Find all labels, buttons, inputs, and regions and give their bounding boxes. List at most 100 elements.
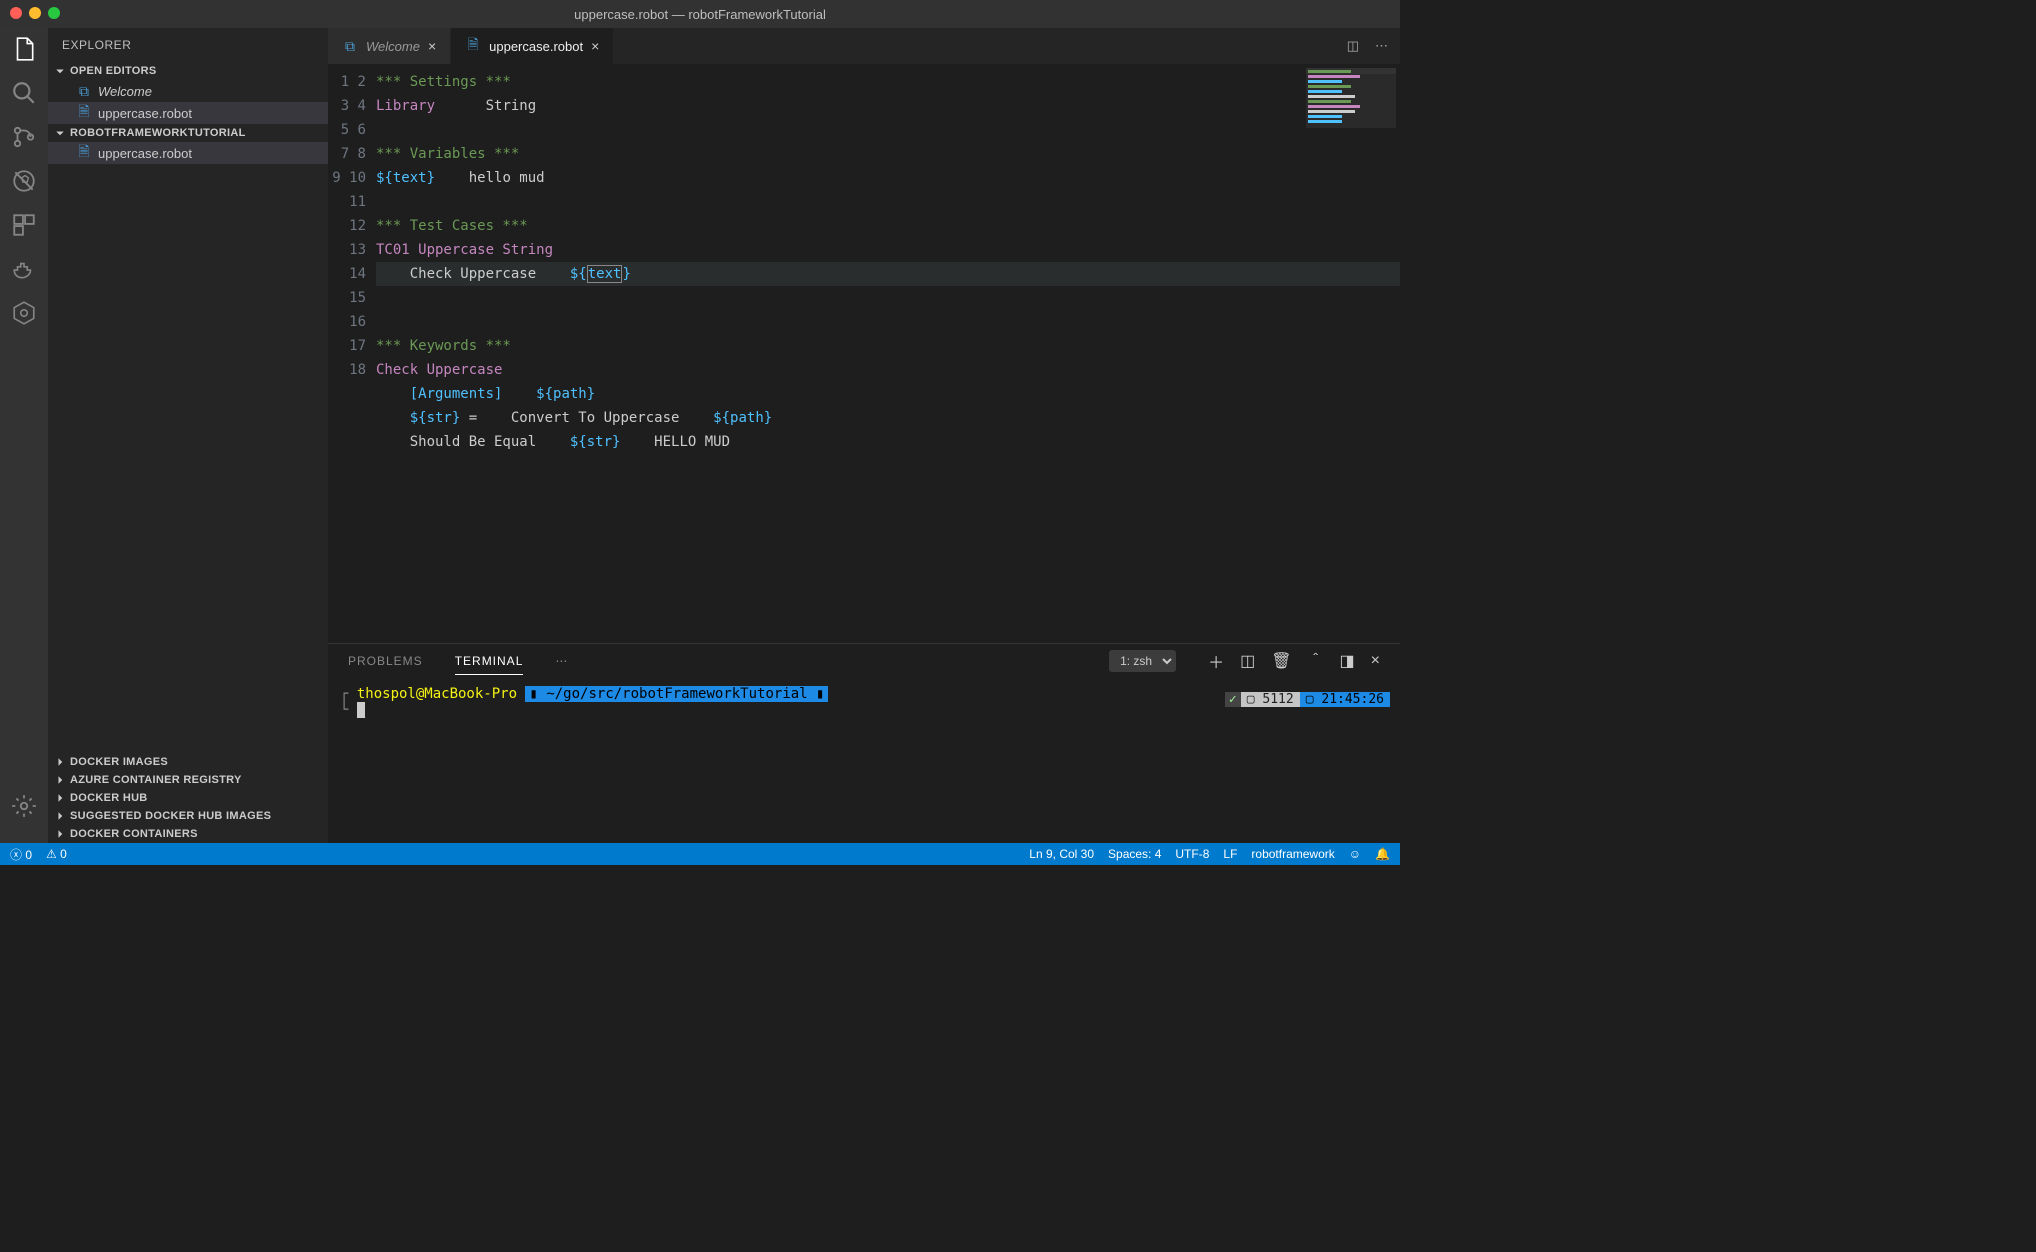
open-editor-welcome[interactable]: ⧉ Welcome [48,80,328,102]
code-area[interactable]: 1 2 3 4 5 6 7 8 9 10 11 12 13 14 15 16 1… [328,64,1400,643]
code-token: ${path} [536,386,595,402]
editor-area: ⧉ Welcome × 🗎 uppercase.robot × ◫ ⋯ 1 2 … [328,28,1400,843]
status-language[interactable]: robotframework [1251,847,1334,861]
sidebar-bottom-sections: DOCKER IMAGES AZURE CONTAINER REGISTRY D… [48,753,328,843]
panel-more-icon[interactable]: ⋯ [555,654,567,668]
terminal-check-icon: ✓ [1225,692,1241,707]
azure-registry-section[interactable]: AZURE CONTAINER REGISTRY [48,771,328,789]
tab-actions: ◫ ⋯ [1335,28,1400,64]
search-icon[interactable] [11,80,37,106]
minimize-window[interactable] [29,7,41,19]
window-controls [10,7,60,19]
docker-images-section[interactable]: DOCKER IMAGES [48,753,328,771]
tab-label: uppercase.robot [489,39,583,54]
maximize-window[interactable] [48,7,60,19]
section-label: DOCKER CONTAINERS [70,828,198,840]
more-actions-icon[interactable]: ⋯ [1375,38,1388,54]
kill-terminal-icon[interactable]: 🗑 [1271,651,1291,671]
code-token: Check Uppercase [410,266,536,282]
open-editors-label: OPEN EDITORS [70,65,157,77]
split-terminal-icon[interactable]: ◫ [1240,651,1255,671]
gutter: 1 2 3 4 5 6 7 8 9 10 11 12 13 14 15 16 1… [328,64,376,643]
code-token: HELLO MUD [654,434,730,450]
terminal-path: ▮ ~/go/src/robotFrameworkTutorial ▮ [525,686,828,702]
code-token: } [622,266,630,282]
chevron-right-icon [54,828,66,840]
terminal-user: thospol@MacBook-Pro [357,686,517,702]
status-eol[interactable]: LF [1223,847,1237,861]
sidebar: EXPLORER OPEN EDITORS ⧉ Welcome 🗎 upperc… [48,28,328,843]
code-token: *** Keywords *** [376,338,511,354]
code-token: String [486,98,537,114]
chevron-right-icon [54,792,66,804]
section-label: AZURE CONTAINER REGISTRY [70,774,242,786]
kubernetes-icon[interactable] [11,300,37,326]
code-token: *** Test Cases *** [376,218,528,234]
section-label: DOCKER HUB [70,792,148,804]
code-token: ${str} [570,434,621,450]
code-token: ${path} [713,410,772,426]
code-token: *** Settings *** [376,74,511,90]
explorer-icon[interactable] [11,36,37,62]
open-editor-file-label: uppercase.robot [98,106,192,121]
section-label: SUGGESTED DOCKER HUB IMAGES [70,810,271,822]
workspace-file[interactable]: 🗎 uppercase.robot [48,142,328,164]
source-control-icon[interactable] [11,124,37,150]
vscode-icon: ⧉ [76,83,92,99]
titlebar: uppercase.robot — robotFrameworkTutorial [0,0,1400,28]
tab-label: Welcome [366,39,420,54]
panel-tab-terminal[interactable]: TERMINAL [455,654,524,675]
panel-tab-problems[interactable]: PROBLEMS [348,654,423,668]
code-token: = [460,410,477,426]
panel-tabs: PROBLEMS TERMINAL ⋯ 1: zsh ＋ ◫ 🗑 ＾ ◨ × [328,644,1400,678]
close-tab-icon[interactable]: × [591,38,599,54]
status-warnings[interactable]: ⚠ 0 [46,847,67,861]
code-token: TC01 Uppercase String [376,242,553,258]
toggle-panel-icon[interactable]: ◨ [1340,651,1355,671]
terminal-right-num: ▢ 5112 [1241,692,1300,707]
panel: PROBLEMS TERMINAL ⋯ 1: zsh ＋ ◫ 🗑 ＾ ◨ × ┌… [328,643,1400,843]
status-errors[interactable]: ⓧ 0 [10,846,32,863]
code-token: hello mud [469,170,545,186]
open-editors-header[interactable]: OPEN EDITORS [48,62,328,80]
open-editor-file[interactable]: 🗎 uppercase.robot [48,102,328,124]
code-token: [Arguments] [410,386,503,402]
chevron-down-icon [54,127,66,139]
file-icon: 🗎 [76,105,92,121]
code-token: Should Be Equal [410,434,536,450]
status-cursor-pos[interactable]: Ln 9, Col 30 [1029,847,1094,861]
docker-hub-section[interactable]: DOCKER HUB [48,789,328,807]
docker-containers-section[interactable]: DOCKER CONTAINERS [48,825,328,843]
status-feedback-icon[interactable]: ☺ [1349,847,1361,861]
minimap[interactable] [1306,68,1396,128]
suggested-images-section[interactable]: SUGGESTED DOCKER HUB IMAGES [48,807,328,825]
tab-file[interactable]: 🗎 uppercase.robot × [451,28,614,64]
docker-icon[interactable] [11,256,37,282]
panel-actions: ＋ ◫ 🗑 ＾ ◨ × [1208,649,1380,673]
activity-bar [0,28,48,843]
chevron-down-icon [54,65,66,77]
status-bell-icon[interactable]: 🔔 [1375,847,1390,861]
status-indent[interactable]: Spaces: 4 [1108,847,1161,861]
close-window[interactable] [10,7,22,19]
code-content[interactable]: *** Settings *** Library String *** Vari… [376,64,1400,643]
code-token: Library [376,98,435,114]
split-editor-icon[interactable]: ◫ [1347,38,1359,54]
settings-gear-icon[interactable] [11,793,37,819]
chevron-right-icon [54,756,66,768]
close-tab-icon[interactable]: × [428,38,436,54]
workspace-header[interactable]: ROBOTFRAMEWORKTUTORIAL [48,124,328,142]
max-panel-icon[interactable]: ＾ [1308,649,1324,673]
terminal[interactable]: ┌ thospol@MacBook-Pro ▮ ~/go/src/robotFr… [328,678,1400,843]
terminal-right-time: ▢ 21:45:26 [1300,692,1390,707]
tab-bar: ⧉ Welcome × 🗎 uppercase.robot × ◫ ⋯ [328,28,1400,64]
terminal-select[interactable]: 1: zsh [1109,650,1176,672]
tab-welcome[interactable]: ⧉ Welcome × [328,28,451,64]
extensions-icon[interactable] [11,212,37,238]
close-panel-icon[interactable]: × [1371,652,1380,670]
new-terminal-icon[interactable]: ＋ [1208,649,1224,673]
debug-icon[interactable] [11,168,37,194]
file-icon: 🗎 [76,145,92,161]
code-token: Convert To Uppercase [511,410,680,426]
status-encoding[interactable]: UTF-8 [1175,847,1209,861]
